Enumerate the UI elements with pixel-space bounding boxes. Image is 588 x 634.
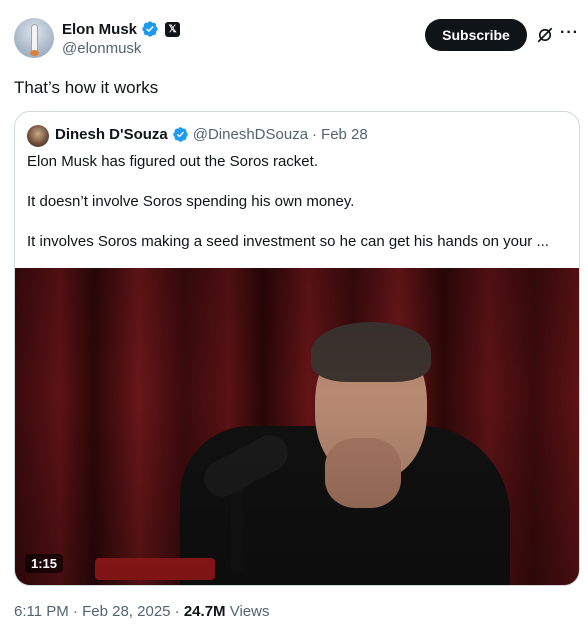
quoted-text-line-3: It involves Soros making a seed investme… — [27, 233, 549, 250]
footer-separator: · — [68, 603, 83, 620]
subscribe-button[interactable]: Subscribe — [425, 19, 527, 51]
x-affiliate-icon: 𝕏 — [165, 21, 181, 37]
quoted-author-handle[interactable]: @DineshDSouza — [193, 126, 308, 143]
views-count[interactable]: 24.7M — [184, 603, 226, 620]
post-date[interactable]: Feb 28, 2025 — [82, 603, 170, 620]
video-shade — [15, 268, 579, 585]
footer-separator: · — [170, 603, 184, 620]
quoted-author-row: Dinesh D'Souza @DineshDSouza · Feb 28 — [55, 126, 368, 143]
rocket-icon — [32, 25, 37, 51]
more-icon[interactable]: ··· — [560, 24, 579, 42]
quoted-author-name[interactable]: Dinesh D'Souza — [55, 126, 168, 143]
tweet-footer: 6:11 PM · Feb 28, 2025 · 24.7M Views — [14, 603, 269, 620]
quoted-text-line-1: Elon Musk has figured out the Soros rack… — [27, 153, 318, 170]
views-label: Views — [229, 603, 270, 620]
author-name-row: Elon Musk 𝕏 — [62, 20, 181, 38]
grok-icon[interactable] — [536, 26, 554, 44]
quoted-tweet[interactable]: Dinesh D'Souza @DineshDSouza · Feb 28 El… — [14, 111, 580, 586]
video-player[interactable]: 1:15 — [15, 268, 579, 585]
author-name[interactable]: Elon Musk — [62, 21, 137, 38]
tweet-text: That’s how it works — [14, 78, 159, 97]
verified-badge-icon — [142, 21, 158, 37]
author-handle[interactable]: @elonmusk — [62, 40, 141, 57]
verified-badge-icon — [172, 127, 188, 142]
quoted-text-line-2: It doesn’t involve Soros spending his ow… — [27, 193, 355, 210]
dot-separator: · — [312, 126, 318, 143]
post-time[interactable]: 6:11 PM — [14, 603, 69, 620]
quoted-author-avatar[interactable] — [27, 125, 49, 147]
tweet-header: Elon Musk 𝕏 @elonmusk Subscribe ··· — [14, 18, 578, 62]
rocket-flame — [30, 50, 39, 56]
video-duration-badge: 1:15 — [25, 554, 64, 573]
quoted-date[interactable]: Feb 28 — [321, 126, 368, 143]
author-avatar[interactable] — [14, 18, 54, 58]
